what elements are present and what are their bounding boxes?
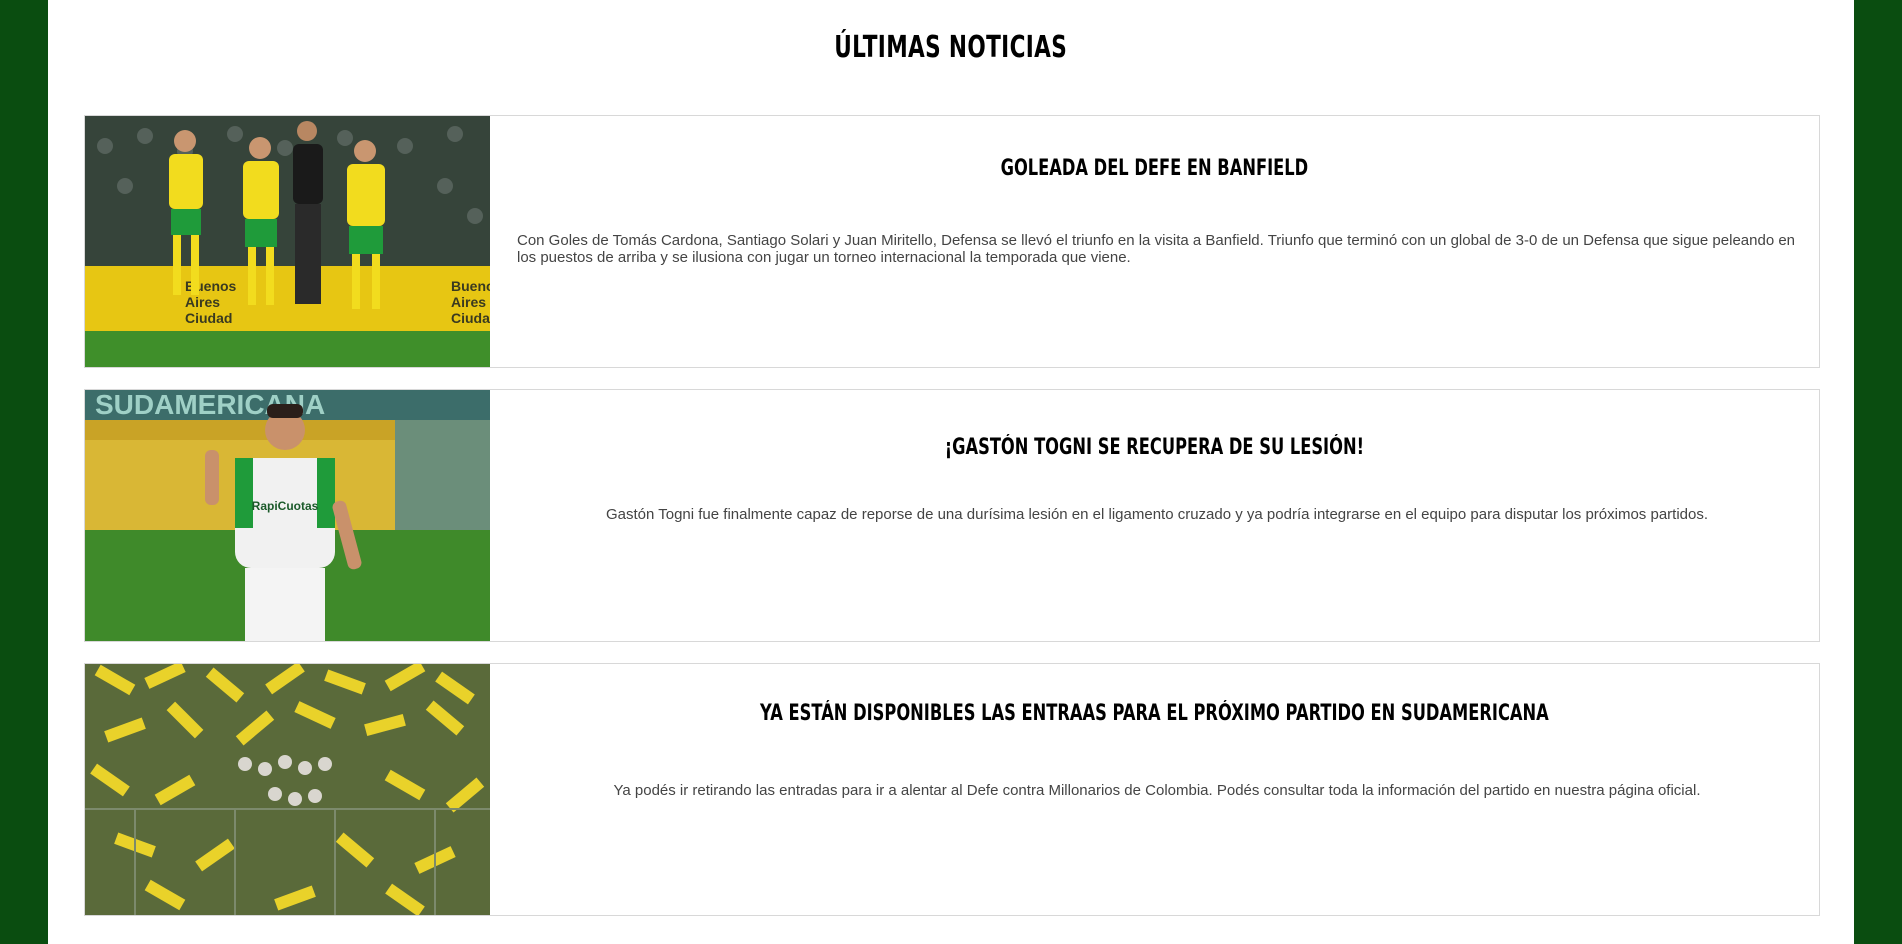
player-figure	[293, 121, 323, 304]
news-panel: ÚLTIMAS NOTICIAS Buenos Aires Ciudad Bue…	[48, 0, 1854, 944]
celebration-photo: Buenos Aires Ciudad Buenos Aires Ciudad	[85, 116, 490, 367]
sign-text: Buenos	[451, 278, 490, 294]
news-image-togni[interactable]: SUDAMERICANA RapiCuotas	[85, 390, 490, 641]
news-text: Con Goles de Tomás Cardona, Santiago Sol…	[517, 232, 1796, 266]
news-text: Ya podés ir retirando las entradas para …	[613, 782, 1701, 799]
sponsor-text: RapiCuotas	[252, 499, 319, 513]
news-image-fans[interactable]	[85, 664, 490, 915]
sign-text: Ciudad	[451, 310, 490, 326]
sign-text: Aires	[451, 294, 486, 310]
news-list: Buenos Aires Ciudad Buenos Aires Ciudad	[84, 115, 1820, 937]
news-card[interactable]: Buenos Aires Ciudad Buenos Aires Ciudad	[84, 115, 1820, 368]
section-title: ÚLTIMAS NOTICIAS	[834, 30, 1068, 65]
news-card[interactable]: SUDAMERICANA RapiCuotas ¡GASTÓN TOGNI SE…	[84, 389, 1820, 642]
fans-photo	[85, 664, 490, 915]
news-text: Gastón Togni fue finalmente capaz de rep…	[605, 506, 1709, 523]
news-image-goleada[interactable]: Buenos Aires Ciudad Buenos Aires Ciudad	[85, 116, 490, 367]
sign-text: Ciudad	[185, 310, 232, 326]
news-title[interactable]: YA ESTÁN DISPONIBLES LAS ENTRAAS PARA EL…	[663, 701, 1646, 726]
news-card[interactable]: YA ESTÁN DISPONIBLES LAS ENTRAAS PARA EL…	[84, 663, 1820, 916]
player-photo: SUDAMERICANA RapiCuotas	[85, 390, 490, 641]
news-title[interactable]: GOLEADA DEL DEFE EN BANFIELD	[663, 156, 1646, 181]
news-title[interactable]: ¡GASTÓN TOGNI SE RECUPERA DE SU LESIÓN!	[663, 435, 1646, 460]
sign-text: Aires	[185, 294, 220, 310]
